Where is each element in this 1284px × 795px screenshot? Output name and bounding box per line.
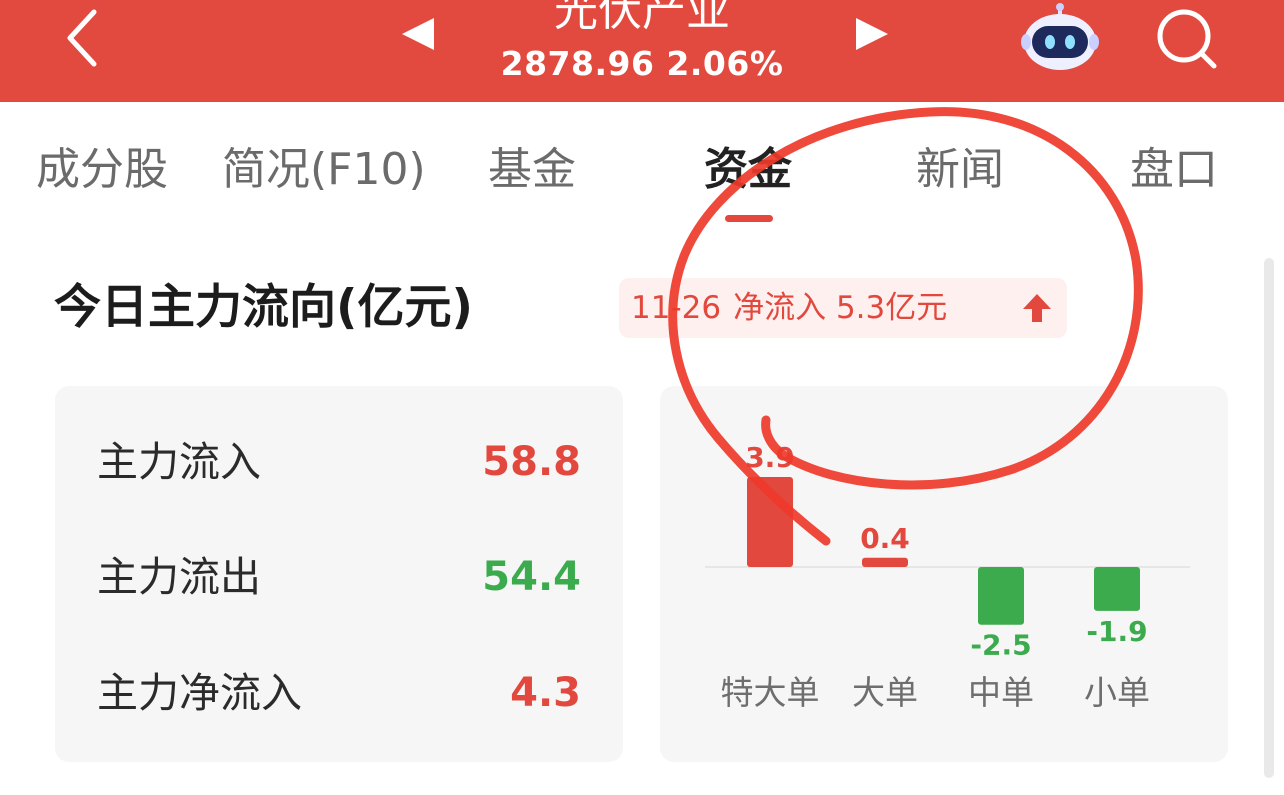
flow-value: 54.4 [482, 554, 581, 600]
prev-triangle-icon [402, 18, 434, 50]
category-label: 中单 [968, 673, 1034, 712]
tab-capital-flow[interactable]: 资金 [704, 140, 792, 200]
flow-row-outflow: 主力流出 54.4 [97, 547, 581, 607]
back-button[interactable] [56, 4, 112, 70]
next-triangle-icon [856, 18, 888, 50]
badge-text: 净流入 5.3亿元 [733, 290, 948, 326]
robot-assistant-icon [1021, 3, 1099, 70]
tab-profile-f10[interactable]: 简况(F10) [222, 140, 426, 200]
bar-value-label: 0.4 [860, 522, 910, 555]
bar-0 [747, 477, 793, 567]
bar-value-label: -2.5 [970, 629, 1031, 662]
badge-date: 11-26 [631, 290, 722, 326]
category-label: 大单 [852, 673, 918, 712]
back-arrow-icon [67, 9, 97, 67]
tab-news[interactable]: 新闻 [916, 140, 1004, 200]
flow-value: 4.3 [510, 670, 581, 716]
section-title: 今日主力流向(亿元) [54, 280, 473, 335]
page-title: 光伏产业 [554, 0, 730, 36]
bar-1 [862, 557, 908, 567]
flow-label: 主力流入 [97, 438, 261, 486]
bar-value-label: 3.9 [745, 441, 795, 474]
bar-2 [978, 567, 1024, 625]
tab-fund[interactable]: 基金 [488, 140, 576, 200]
tab-constituents[interactable]: 成分股 [36, 140, 168, 200]
net-inflow-badge: 11-26 净流入 5.3亿元 [619, 278, 1067, 338]
tab-order-book[interactable]: 盘口 [1130, 140, 1218, 200]
category-label: 小单 [1084, 673, 1150, 712]
search-button[interactable] [1152, 4, 1222, 70]
bar-3 [1094, 567, 1140, 611]
screen: 光伏产业 2878.96 2.06% 成分股 简况(F10) 基金 资金 新闻 … [0, 0, 1284, 795]
flow-value: 58.8 [482, 439, 581, 485]
up-arrow-icon [1023, 294, 1051, 322]
flow-row-net-inflow: 主力净流入 4.3 [97, 663, 581, 723]
main-flow-summary-card: 主力流入 58.8 主力流出 54.4 主力净流入 4.3 [55, 386, 623, 762]
flow-label: 主力流出 [97, 553, 261, 601]
robot-assistant-button[interactable] [1018, 2, 1102, 72]
index-quote: 2878.96 2.06% [500, 44, 784, 83]
header-bar: 光伏产业 2878.96 2.06% [0, 0, 1284, 102]
flow-row-inflow: 主力流入 58.8 [97, 432, 581, 492]
order-size-flow-chart-card: 3.9 特大单 0.4 大单 -2.5 中单 -1.9 小单 [660, 386, 1228, 762]
category-label: 特大单 [721, 673, 820, 712]
search-icon [1157, 9, 1217, 69]
bar-value-label: -1.9 [1086, 615, 1147, 648]
order-size-bar-chart: 3.9 特大单 0.4 大单 -2.5 中单 -1.9 小单 [705, 441, 1190, 712]
flow-label: 主力净流入 [97, 669, 302, 717]
prev-index-button[interactable] [398, 14, 438, 54]
scrollbar[interactable] [1264, 258, 1274, 778]
next-index-button[interactable] [852, 14, 892, 54]
active-tab-indicator [725, 215, 773, 222]
